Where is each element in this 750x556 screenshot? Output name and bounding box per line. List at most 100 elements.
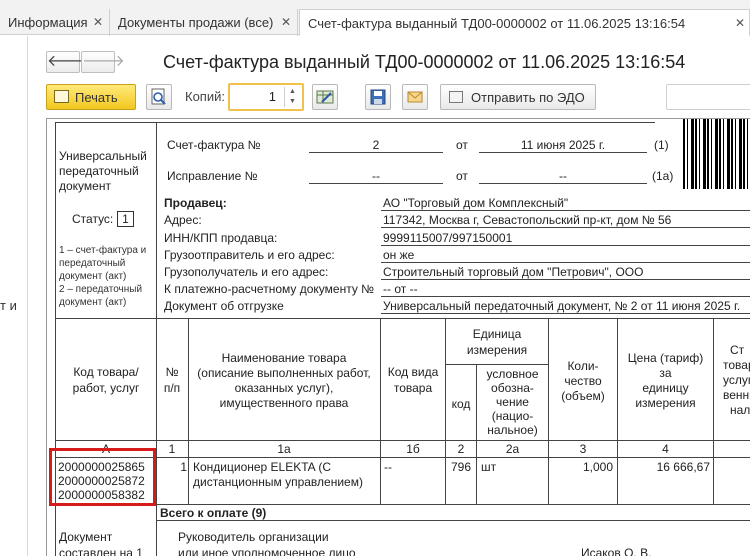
send-edo-button[interactable]: Отправить по ЭДО bbox=[440, 84, 596, 110]
table-line bbox=[55, 318, 750, 319]
header-unit-name: чение bbox=[496, 395, 529, 409]
header-qty: (объем) bbox=[561, 389, 605, 403]
header-unit: Единица bbox=[472, 327, 522, 341]
table-line bbox=[188, 318, 189, 504]
header-unit-name: (нацио- bbox=[491, 409, 534, 423]
unit-code: 796 bbox=[450, 460, 472, 474]
correction-label: Исправление № bbox=[167, 169, 258, 183]
header-code: работ, услуг bbox=[72, 381, 140, 395]
email-button[interactable] bbox=[402, 84, 428, 110]
status-note: документ (акт) bbox=[59, 271, 127, 282]
from-label: от bbox=[456, 169, 468, 183]
printer-icon bbox=[54, 90, 69, 103]
header-cost: Ст bbox=[730, 343, 745, 357]
header-cost: услуг bbox=[723, 373, 750, 387]
inn-label: ИНН/КПП продавца: bbox=[164, 231, 278, 245]
preview-button[interactable] bbox=[146, 84, 172, 110]
index-cell: 2а bbox=[505, 442, 520, 456]
underline bbox=[381, 210, 750, 211]
search-input[interactable] bbox=[666, 84, 750, 110]
unit-name: шт bbox=[481, 460, 497, 474]
header-name: оказанных услуг), bbox=[234, 381, 334, 395]
left-pane-text: т и bbox=[0, 298, 17, 313]
underline bbox=[381, 313, 750, 314]
product-kind: -- bbox=[384, 460, 392, 474]
floppy-icon bbox=[370, 89, 386, 105]
upd-label: документ bbox=[59, 179, 111, 193]
copies-label: Копий: bbox=[185, 89, 225, 104]
header-qty: Коли- bbox=[567, 359, 599, 373]
header-kind: товара bbox=[393, 381, 433, 395]
underline bbox=[479, 183, 647, 184]
header-unit-name: нальное) bbox=[487, 423, 538, 437]
tab-bar: Информация ✕ Документы продажи (все) ✕ С… bbox=[0, 0, 750, 36]
close-icon[interactable]: ✕ bbox=[93, 15, 103, 29]
close-icon[interactable]: ✕ bbox=[281, 15, 291, 29]
header-num: № bbox=[165, 365, 179, 379]
edit-button[interactable] bbox=[312, 84, 338, 110]
table-line bbox=[617, 318, 618, 504]
index-cell: 4 bbox=[662, 442, 669, 456]
table-line bbox=[548, 318, 549, 504]
header-price: единицу bbox=[642, 381, 689, 395]
edit-table-icon bbox=[316, 90, 334, 104]
status-note: документ (акт) bbox=[59, 297, 127, 308]
spin-down-icon[interactable]: ▼ bbox=[285, 97, 300, 107]
header-name: (описание выполненных работ, bbox=[197, 366, 371, 380]
back-button[interactable]: 🡐 bbox=[46, 51, 90, 73]
line-code-1a: (1а) bbox=[652, 169, 674, 183]
underline bbox=[381, 227, 750, 228]
barcode bbox=[683, 119, 750, 189]
page-title: Счет-фактура выданный ТД00-0000002 от 11… bbox=[163, 52, 686, 72]
status-note: 2 – передаточный bbox=[59, 284, 143, 295]
shipper-label: Грузоотправитель и его адрес: bbox=[164, 248, 335, 262]
consignee-value: Строительный торговый дом "Петрович", ОО… bbox=[383, 265, 644, 279]
header-price: Цена (тариф) bbox=[627, 351, 704, 365]
copies-spinner[interactable]: ▲ ▼ bbox=[284, 87, 300, 107]
unit-price: 16 666,67 bbox=[656, 460, 710, 474]
table-line bbox=[55, 440, 750, 441]
underline bbox=[381, 296, 750, 297]
index-cell: 3 bbox=[579, 442, 587, 456]
tab-invoice[interactable]: Счет-фактура выданный ТД00-0000002 от 11… bbox=[299, 9, 750, 36]
tab-sales-documents[interactable]: Документы продажи (все) ✕ bbox=[110, 9, 298, 36]
index-cell: 2 bbox=[457, 442, 465, 456]
print-label: Печать bbox=[75, 90, 118, 105]
table-line bbox=[380, 318, 381, 504]
invoice-date: 11 июня 2025 г. bbox=[520, 138, 606, 152]
spin-up-icon[interactable]: ▲ bbox=[285, 87, 300, 97]
copies-input[interactable]: 1 ▲ ▼ bbox=[228, 83, 304, 111]
seller-label: Продавец: bbox=[164, 196, 227, 210]
header-price: за bbox=[659, 366, 672, 380]
correction-no: -- bbox=[372, 169, 380, 183]
upd-label: передаточный bbox=[59, 164, 139, 178]
table-line bbox=[713, 318, 714, 504]
tab-information[interactable]: Информация ✕ bbox=[0, 9, 110, 36]
row-num: 1 bbox=[180, 460, 187, 474]
save-button[interactable] bbox=[365, 84, 391, 110]
frame-line bbox=[156, 122, 157, 556]
shipper-value: он же bbox=[383, 248, 415, 262]
footer-left: Документ bbox=[59, 530, 113, 544]
underline bbox=[309, 152, 443, 153]
footer-left: составлен на 1 bbox=[59, 546, 143, 556]
table-line bbox=[55, 457, 750, 458]
header-code: Код товара/ bbox=[73, 365, 139, 379]
tab-label: Информация bbox=[8, 15, 88, 30]
footer-manager: Руководитель организации bbox=[178, 530, 329, 544]
forward-button[interactable]: 🡒 bbox=[81, 51, 125, 73]
total-label: Всего к оплате (9) bbox=[160, 506, 267, 520]
print-button[interactable]: Печать bbox=[46, 84, 136, 110]
frame-line bbox=[55, 122, 655, 123]
index-cell: 1 bbox=[168, 442, 176, 456]
from-label: от bbox=[456, 138, 468, 152]
highlight-frame bbox=[49, 448, 156, 506]
upd-label: Универсальный bbox=[59, 149, 147, 163]
window: Информация ✕ Документы продажи (все) ✕ С… bbox=[0, 0, 750, 556]
status-note: передаточный bbox=[59, 258, 126, 269]
header-unit-name: обозна- bbox=[491, 381, 534, 395]
document-preview: Универсальный передаточный документ Стат… bbox=[46, 118, 750, 556]
status-note: 1 – счет-фактура и bbox=[59, 245, 147, 256]
payment-doc-value: -- от -- bbox=[383, 282, 418, 296]
close-icon[interactable]: ✕ bbox=[735, 16, 745, 30]
